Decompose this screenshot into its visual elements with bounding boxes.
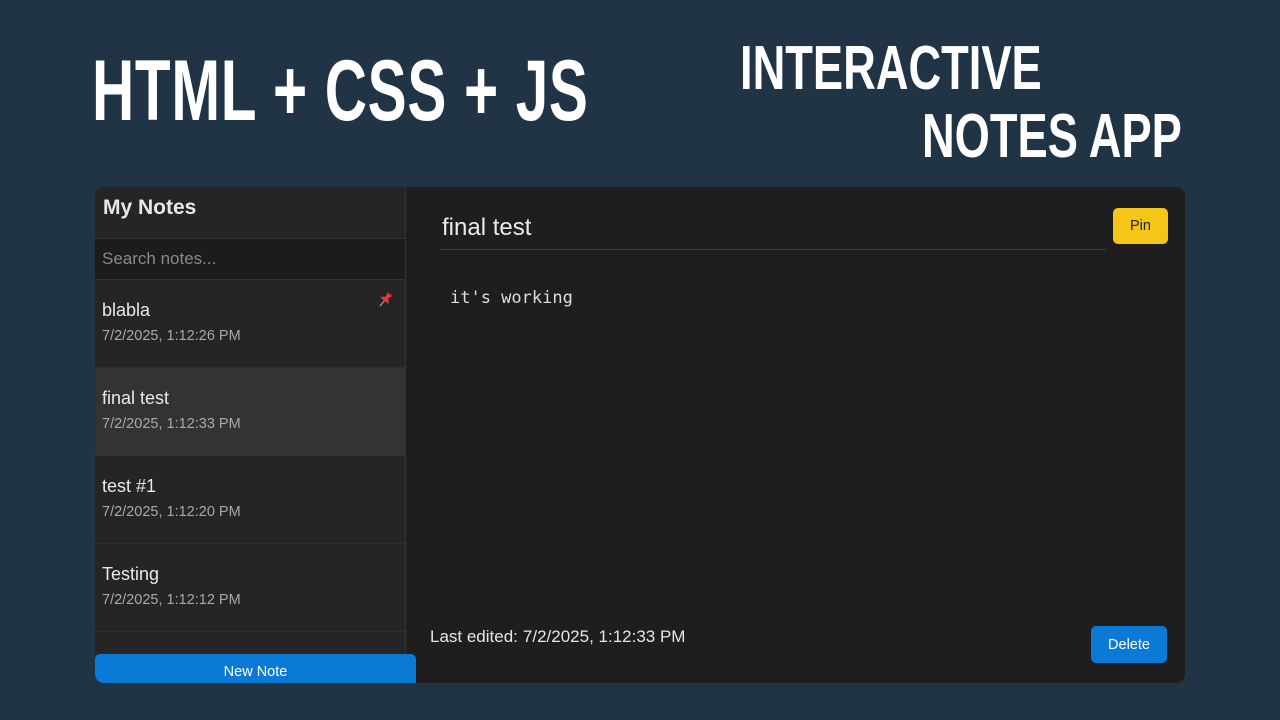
note-body-textarea[interactable]: it's working <box>440 282 1160 594</box>
note-editor: Pin it's working Last edited:7/2/2025, 1… <box>406 187 1185 683</box>
pushpin-icon <box>379 292 393 307</box>
note-date: 7/2/2025, 1:12:33 PM <box>102 416 241 432</box>
delete-button[interactable]: Delete <box>1091 626 1167 663</box>
note-date: 7/2/2025, 1:12:20 PM <box>102 504 241 520</box>
banner-subtitle-line1: INTERACTIVE <box>740 34 1042 103</box>
pin-button[interactable]: Pin <box>1113 208 1168 244</box>
note-title: final test <box>102 388 170 408</box>
last-edited-status: Last edited: 7/2/2025, 1:12:33 PM <box>430 627 685 647</box>
note-title-input[interactable] <box>440 207 1106 250</box>
search-input[interactable] <box>102 249 398 269</box>
sidebar: My Notes blabla 7/2/2025, 1:12:26 PM fin… <box>95 187 416 683</box>
banner-subtitle-line2: NOTES APP <box>922 102 1182 171</box>
notes-app-window: My Notes blabla 7/2/2025, 1:12:26 PM fin… <box>95 187 1185 683</box>
last-edited-timestamp: 7/2/2025, 1:12:33 PM <box>522 627 686 646</box>
note-date: 7/2/2025, 1:12:26 PM <box>102 328 241 344</box>
note-title: test #1 <box>102 476 157 496</box>
banner-title: HTML + CSS + JS <box>92 43 589 139</box>
note-title: blabla <box>102 300 151 320</box>
search-bar <box>95 239 405 280</box>
note-list-item[interactable]: blabla 7/2/2025, 1:12:26 PM <box>95 280 405 368</box>
last-edited-label: Last edited: <box>430 627 518 646</box>
sidebar-title: My Notes <box>95 187 405 239</box>
note-list-item[interactable]: test #1 7/2/2025, 1:12:20 PM <box>95 456 405 544</box>
new-note-button[interactable]: New Note <box>95 654 416 683</box>
note-date: 7/2/2025, 1:12:12 PM <box>102 592 241 608</box>
note-list-item[interactable]: Testing 7/2/2025, 1:12:12 PM <box>95 544 405 632</box>
note-list-item-active[interactable]: final test 7/2/2025, 1:12:33 PM <box>95 368 405 456</box>
note-title: Testing <box>102 564 160 584</box>
